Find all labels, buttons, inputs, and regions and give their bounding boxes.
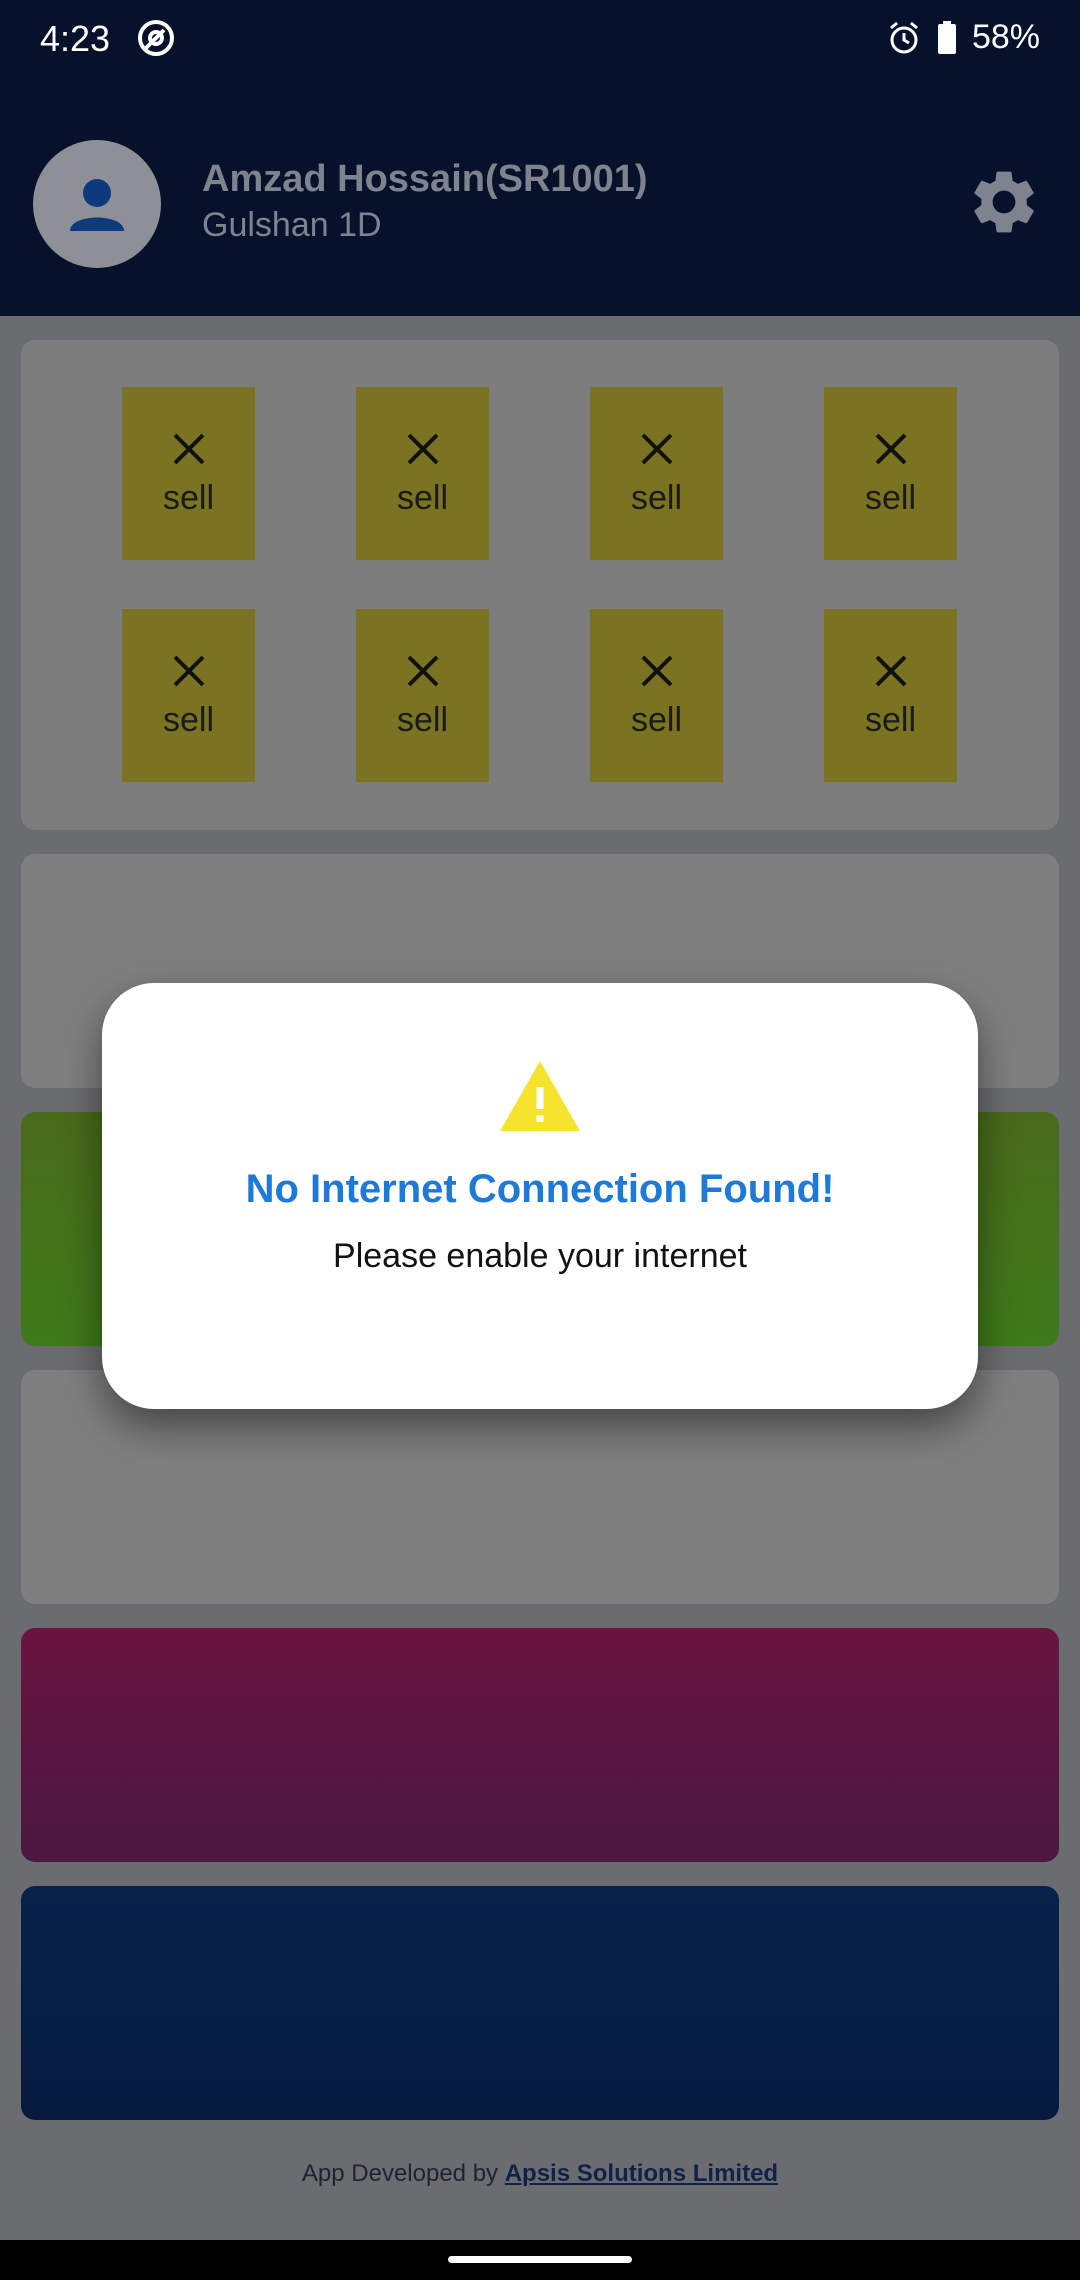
alarm-icon (889, 21, 918, 53)
footer-company-link[interactable]: Apsis Solutions Limited (505, 2160, 778, 2187)
status-time: 4:23 (40, 18, 111, 59)
sell-tile-label: sell (396, 701, 449, 739)
close-x-icon (641, 433, 672, 465)
footer-prefix: App Developed by (301, 2160, 505, 2187)
warning-triangle-icon (500, 1061, 580, 1131)
sell-tile[interactable]: sell (824, 609, 957, 782)
sell-tile-label: sell (162, 479, 215, 517)
close-x-icon (407, 433, 438, 465)
sell-tile[interactable]: sell (356, 609, 489, 782)
sell-tile-label: sell (396, 479, 449, 517)
avatar[interactable] (33, 140, 161, 268)
sell-tile-label: sell (630, 479, 683, 517)
dialog-title: No Internet Connection Found! (245, 1167, 835, 1211)
summary-card-navy[interactable] (21, 1886, 1059, 2120)
close-x-icon (173, 433, 204, 465)
summary-card-magenta[interactable] (21, 1628, 1059, 1862)
sell-tile[interactable]: sell (356, 387, 489, 560)
sell-tile[interactable]: sell (122, 609, 255, 782)
sell-tile[interactable]: sell (824, 387, 957, 560)
close-x-icon (641, 655, 672, 687)
sell-tile-label: sell (630, 701, 683, 739)
sell-tile-label: sell (864, 701, 917, 739)
sell-tile[interactable]: sell (590, 609, 723, 782)
close-x-icon (875, 655, 906, 687)
footer-credit: App Developed by Apsis Solutions Limited (0, 2160, 1080, 2188)
app-header: Amzad Hossain(SR1001) Gulshan 1D (0, 80, 1080, 316)
status-right: 58% (886, 18, 1040, 57)
battery-icon (937, 20, 956, 54)
close-x-icon (407, 655, 438, 687)
close-x-icon (173, 655, 204, 687)
avatar-person-icon (70, 179, 124, 231)
sell-grid-panel: sell sell sell sell sell sell sell sell (21, 340, 1059, 830)
battery-percent: 58% (971, 18, 1040, 56)
close-x-icon (875, 433, 906, 465)
sell-tile[interactable]: sell (590, 387, 723, 560)
system-nav-bar (0, 2240, 1080, 2280)
sell-tile[interactable]: sell (122, 387, 255, 560)
sell-tile-label: sell (864, 479, 917, 517)
sell-tile-label: sell (162, 701, 215, 739)
user-area: Gulshan 1D (202, 206, 382, 244)
at-sign-notification-icon (138, 20, 174, 56)
settings-gear-icon[interactable] (966, 164, 1042, 240)
no-internet-dialog: No Internet Connection Found! Please ena… (102, 983, 978, 1409)
home-gesture-pill[interactable] (448, 2256, 632, 2263)
dialog-message: Please enable your internet (333, 1237, 747, 1275)
user-name: Amzad Hossain(SR1001) (202, 158, 648, 200)
status-bar: 4:23 58% (0, 0, 1080, 80)
